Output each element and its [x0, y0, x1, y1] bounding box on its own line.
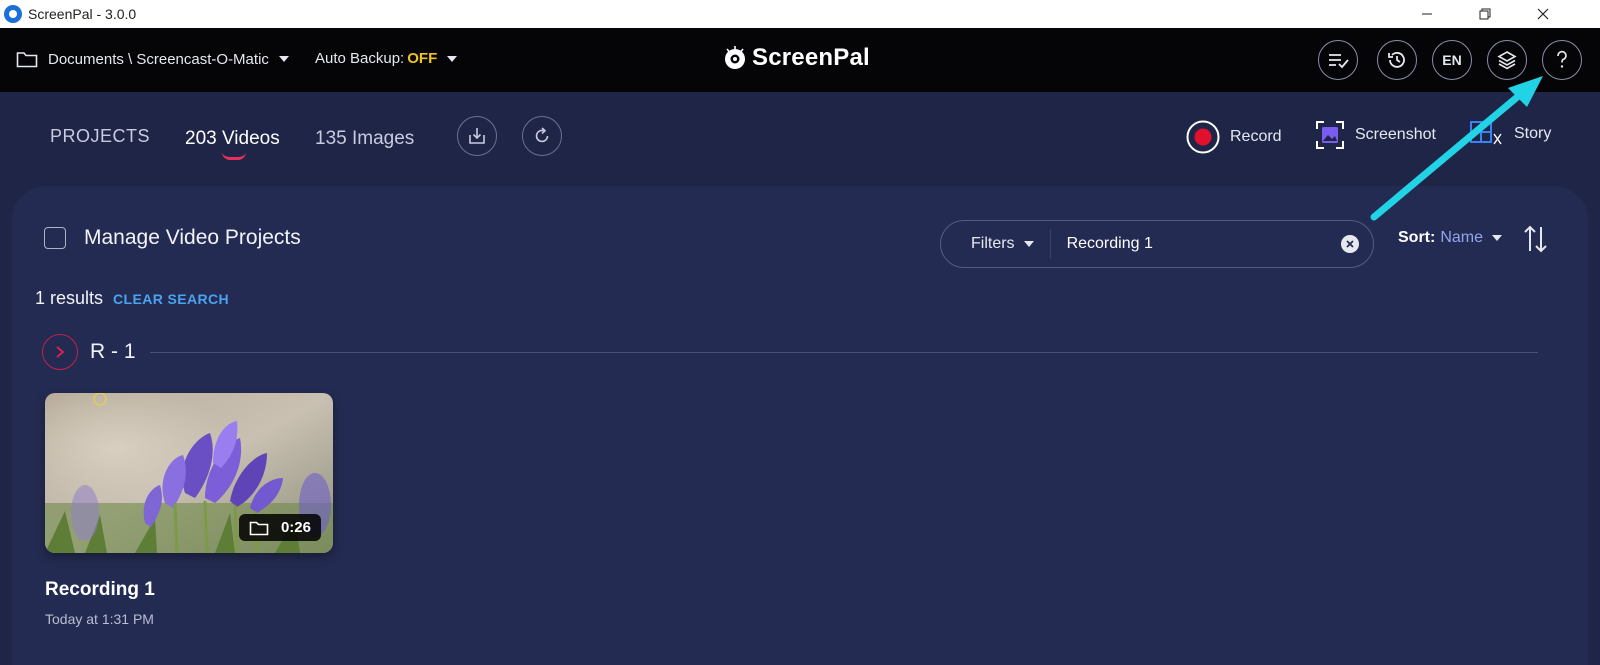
checklist-icon	[1329, 54, 1349, 69]
checklist-button[interactable]	[1318, 40, 1358, 80]
screenpal-logo-icon	[725, 46, 745, 69]
story-button[interactable]: Story	[1470, 120, 1551, 148]
language-button[interactable]: EN	[1432, 40, 1472, 80]
tab-videos[interactable]: 203 Videos	[185, 128, 280, 150]
app-icon	[4, 5, 22, 23]
projects-panel: Manage Video Projects Filters Sort: Name…	[12, 186, 1588, 665]
duration-label: 0:26	[280, 519, 311, 536]
auto-backup-toggle[interactable]: Auto Backup: OFF	[315, 50, 458, 67]
story-icon	[1470, 120, 1504, 148]
help-icon	[1557, 50, 1567, 68]
record-button[interactable]: Record	[1186, 120, 1282, 154]
group-expand-button[interactable]	[42, 334, 78, 370]
sort-direction-button[interactable]	[1522, 224, 1550, 259]
folder-selector[interactable]: Documents \ Screencast-O-Matic	[16, 50, 289, 68]
group-header: R - 1	[42, 334, 1538, 370]
auto-backup-status: OFF	[407, 50, 438, 67]
restore-button[interactable]	[1462, 0, 1508, 28]
chevron-down-icon	[1023, 241, 1034, 247]
video-date: Today at 1:31 PM	[45, 611, 154, 627]
window-title: ScreenPal - 3.0.0	[28, 6, 137, 22]
restore-icon	[1479, 8, 1491, 20]
refresh-button[interactable]	[522, 116, 562, 156]
select-all-checkbox[interactable]	[44, 227, 66, 249]
sort-dropdown[interactable]: Sort: Name	[1398, 229, 1503, 247]
search-input[interactable]	[1066, 235, 1307, 253]
layers-button[interactable]	[1487, 40, 1527, 80]
close-button[interactable]	[1520, 0, 1566, 28]
chevron-down-icon	[278, 56, 289, 62]
sort-label: Sort:	[1398, 229, 1436, 246]
group-name: R - 1	[90, 340, 136, 363]
sub-nav: PROJECTS 203 Videos 135 Images Record Sc…	[0, 92, 1600, 186]
duration-badge: 0:26	[238, 514, 321, 541]
layers-icon	[1497, 51, 1517, 70]
group-divider	[149, 351, 1538, 353]
folder-path-label: Documents \ Screencast-O-Matic	[48, 50, 269, 68]
active-tab-indicator	[222, 152, 246, 160]
auto-backup-label: Auto Backup:	[315, 50, 405, 67]
import-button[interactable]	[457, 116, 497, 156]
history-button[interactable]	[1377, 40, 1417, 80]
help-button[interactable]	[1542, 40, 1582, 80]
manage-projects: Manage Video Projects	[44, 226, 301, 250]
tab-projects[interactable]: PROJECTS	[50, 126, 150, 147]
sort-direction-icon	[1524, 225, 1547, 253]
chevron-right-icon	[56, 346, 65, 358]
chevron-down-icon	[447, 55, 458, 62]
record-icon	[1186, 120, 1220, 154]
window-titlebar: ScreenPal - 3.0.0	[0, 0, 1600, 28]
refresh-icon	[535, 127, 549, 143]
story-label: Story	[1514, 125, 1552, 142]
top-bar: Documents \ Screencast-O-Matic Auto Back…	[0, 28, 1600, 92]
screenshot-label: Screenshot	[1355, 126, 1436, 143]
filters-dropdown[interactable]: Filters	[941, 229, 1051, 259]
screenshot-icon	[1315, 120, 1345, 150]
search-bar: Filters	[940, 220, 1374, 268]
video-title: Recording 1	[45, 579, 155, 600]
brand-name: ScreenPal	[752, 44, 870, 71]
folder-icon	[249, 520, 269, 536]
sort-value: Name	[1440, 229, 1484, 246]
screenshot-button[interactable]: Screenshot	[1315, 120, 1436, 150]
clear-search-icon[interactable]	[1341, 235, 1359, 253]
results-summary: 1 results CLEAR SEARCH	[35, 288, 229, 309]
clear-search-link[interactable]: CLEAR SEARCH	[113, 291, 229, 307]
record-label: Record	[1230, 128, 1282, 145]
history-icon	[1388, 52, 1405, 68]
tab-images[interactable]: 135 Images	[315, 128, 414, 150]
results-count: 1 results	[35, 288, 104, 308]
video-card[interactable]: 0:26 Recording 1 Today at 1:31 PM	[45, 393, 333, 627]
minimize-icon	[1422, 13, 1432, 15]
close-icon	[1537, 8, 1549, 20]
filters-label: Filters	[971, 235, 1015, 252]
chevron-down-icon	[1492, 235, 1503, 241]
manage-projects-label: Manage Video Projects	[84, 226, 301, 249]
folder-icon	[16, 52, 38, 68]
language-label: EN	[1442, 52, 1462, 68]
brand-logo: ScreenPal	[722, 44, 870, 72]
minimize-button[interactable]	[1404, 0, 1450, 28]
import-icon	[469, 128, 485, 144]
video-thumbnail[interactable]: 0:26	[45, 393, 333, 553]
